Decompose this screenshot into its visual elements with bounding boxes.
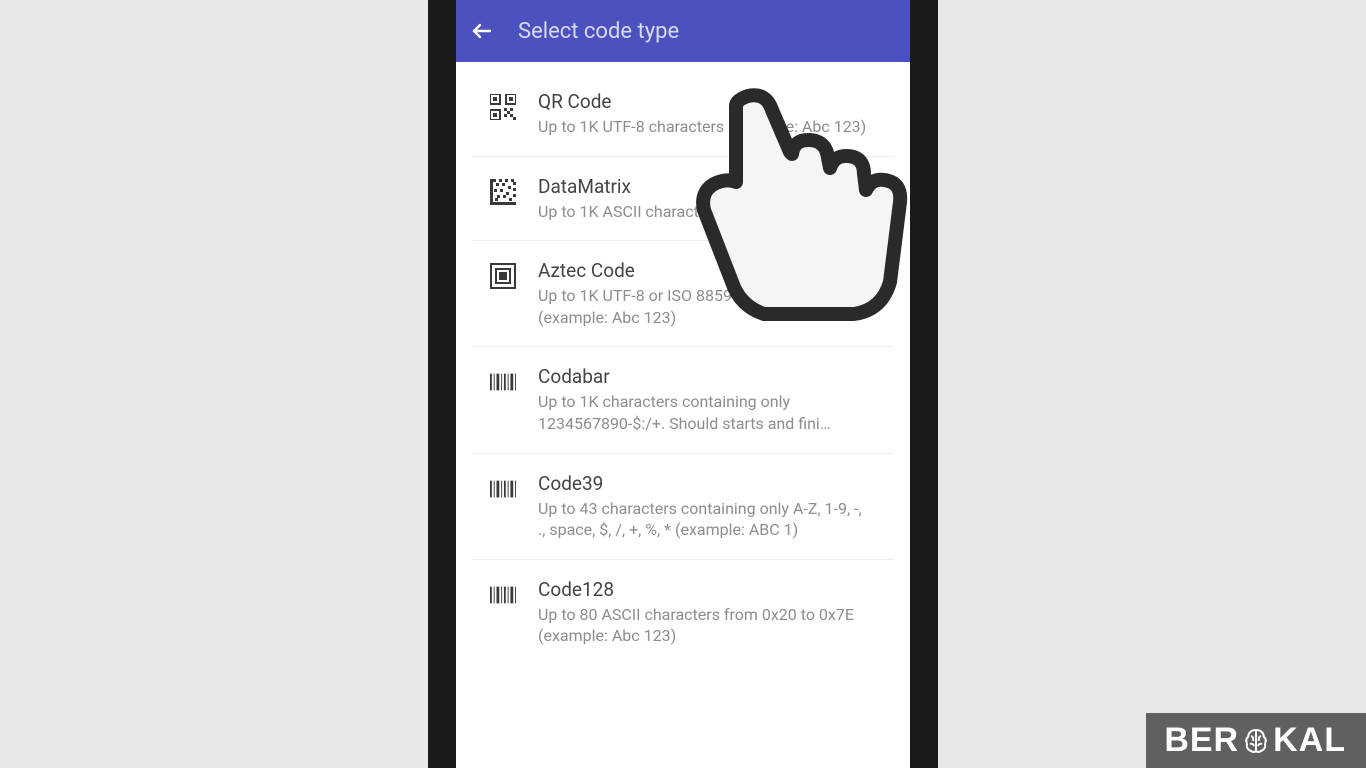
list-item-text: Codabar Up to 1K characters containing o… [538,365,872,434]
aztec-icon [490,263,516,289]
list-item-title: DataMatrix [538,175,872,198]
barcode-icon [490,476,516,502]
list-item-code128[interactable]: Code128 Up to 80 ASCII characters from 0… [472,560,894,665]
list-item-text: Code39 Up to 43 characters containing on… [538,472,872,541]
barcode-icon [490,369,516,395]
watermark-text-post: KAL [1273,721,1346,760]
qr-icon [490,94,516,120]
list-item-title: Code128 [538,578,872,601]
list-item-codabar[interactable]: Codabar Up to 1K characters containing o… [472,347,894,453]
brain-icon [1242,727,1270,755]
datamatrix-icon [490,179,516,205]
page-title: Select code type [518,19,679,44]
list-item-text: Code128 Up to 80 ASCII characters from 0… [538,578,872,647]
list-item-datamatrix[interactable]: DataMatrix Up to 1K ASCII characters (ex… [472,157,894,242]
barcode-icon [490,582,516,608]
list-item-title: Code39 [538,472,872,495]
list-item-title: Codabar [538,365,872,388]
list-item-desc: Up to 43 characters containing only A-Z,… [538,498,872,541]
code-type-list: QR Code Up to 1K UTF-8 characters (examp… [456,62,910,768]
list-item-aztec-code[interactable]: Aztec Code Up to 1K UTF-8 or ISO 8859−1 … [472,241,894,347]
arrow-left-icon [470,19,494,43]
list-item-desc: Up to 1K UTF-8 or ISO 8859−1 characters … [538,285,872,328]
list-item-desc: Up to 80 ASCII characters from 0x20 to 0… [538,604,872,647]
list-item-code39[interactable]: Code39 Up to 43 characters containing on… [472,454,894,560]
list-item-text: QR Code Up to 1K UTF-8 characters (examp… [538,90,872,138]
list-item-title: QR Code [538,90,872,113]
list-item-desc: Up to 1K UTF-8 characters (example: Abc … [538,116,872,138]
list-item-desc: Up to 1K ASCII characters (example: Abc … [538,201,872,223]
watermark-badge: BER KAL [1146,713,1366,768]
list-item-text: Aztec Code Up to 1K UTF-8 or ISO 8859−1 … [538,259,872,328]
phone-frame: Select code type QR Code Up to 1K UTF-8 … [428,0,938,768]
watermark-text-pre: BER [1164,721,1239,760]
app-bar: Select code type [456,0,910,62]
list-item-text: DataMatrix Up to 1K ASCII characters (ex… [538,175,872,223]
list-item-desc: Up to 1K characters containing only 1234… [538,391,872,434]
list-item-qr-code[interactable]: QR Code Up to 1K UTF-8 characters (examp… [472,72,894,157]
list-item-title: Aztec Code [538,259,872,282]
back-button[interactable] [470,19,494,43]
app-screen: Select code type QR Code Up to 1K UTF-8 … [456,0,910,768]
